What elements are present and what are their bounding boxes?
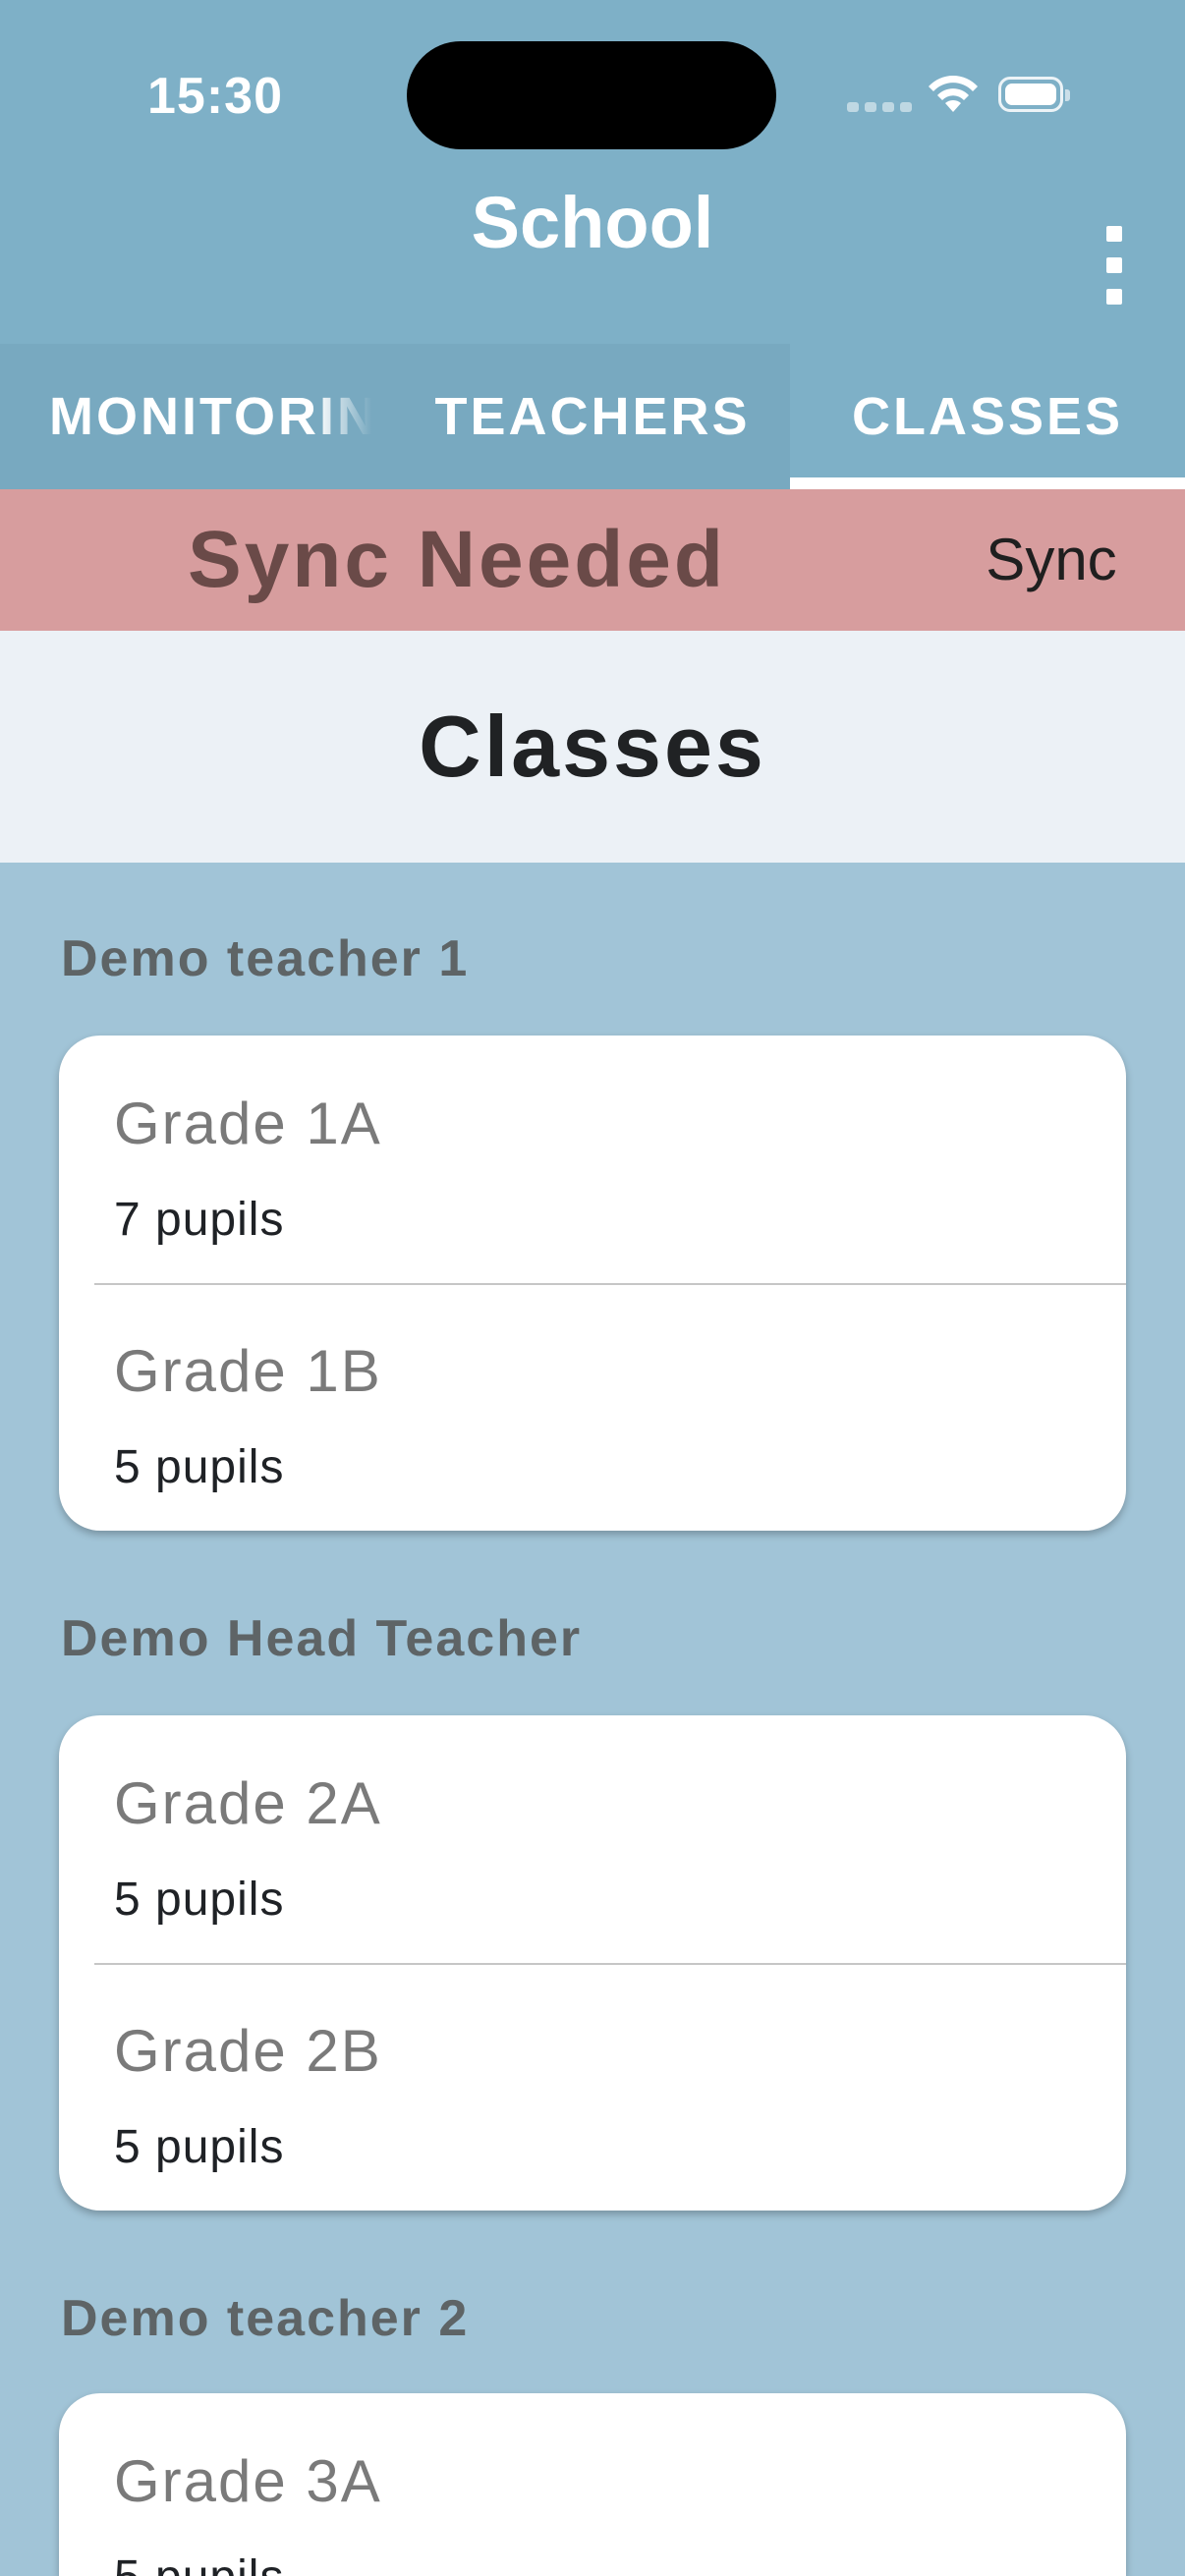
teacher-group-label: Demo Head Teacher [61,1610,583,1667]
app-header: 15:30 School MONITORIN TEACHERS CLASSES [0,0,1185,489]
status-icons [847,69,1083,124]
more-vertical-icon[interactable] [1081,226,1148,305]
class-name: Grade 1B [114,1338,382,1404]
wifi-icon [929,76,978,112]
class-list-item[interactable]: Grade 1B 5 pupils [59,1283,1126,1531]
class-name: Grade 2B [114,2018,382,2084]
class-card: Grade 3A 5 pupils [59,2393,1126,2576]
pupil-count: 5 pupils [114,1874,285,1926]
class-list-item[interactable]: Grade 2B 5 pupils [59,1963,1126,2211]
battery-icon [998,77,1070,112]
tab-teachers[interactable]: TEACHERS [395,344,790,489]
class-name: Grade 1A [114,1091,382,1156]
pupil-count: 7 pupils [114,1194,285,1246]
class-name: Grade 3A [114,2448,382,2514]
class-list-item[interactable]: Grade 1A 7 pupils [59,1036,1126,1283]
pupil-count: 5 pupils [114,2550,284,2576]
app-title: School [471,182,714,263]
pupil-count: 5 pupils [114,1441,285,1493]
status-time: 15:30 [147,68,283,125]
teacher-group-label: Demo teacher 1 [61,930,470,987]
pupil-count: 5 pupils [114,2121,285,2173]
class-card: Grade 2A 5 pupils Grade 2B 5 pupils [59,1715,1126,2211]
class-list-item[interactable]: Grade 2A 5 pupils [59,1715,1126,1963]
class-name: Grade 2A [114,1770,382,1836]
class-card: Grade 1A 7 pupils Grade 1B 5 pupils [59,1036,1126,1531]
sync-button[interactable]: Sync [943,489,1159,631]
tab-classes-label: CLASSES [851,387,1124,446]
page-title: Classes [0,631,1185,863]
teacher-group-label: Demo teacher 2 [61,2290,470,2347]
sync-needed-text: Sync Needed [188,515,726,604]
cellular-signal-icon [847,102,912,112]
class-list-item[interactable]: Grade 3A 5 pupils [59,2393,1126,2576]
sync-banner: Sync Needed Sync [0,489,1185,631]
tab-bar: MONITORIN TEACHERS CLASSES [0,344,1185,489]
tab-teachers-label: TEACHERS [434,387,751,446]
tab-selected-indicator [790,477,1185,489]
dynamic-island [407,41,776,149]
tab-monitoring[interactable]: MONITORIN [0,344,395,489]
tab-classes[interactable]: CLASSES [790,344,1185,489]
